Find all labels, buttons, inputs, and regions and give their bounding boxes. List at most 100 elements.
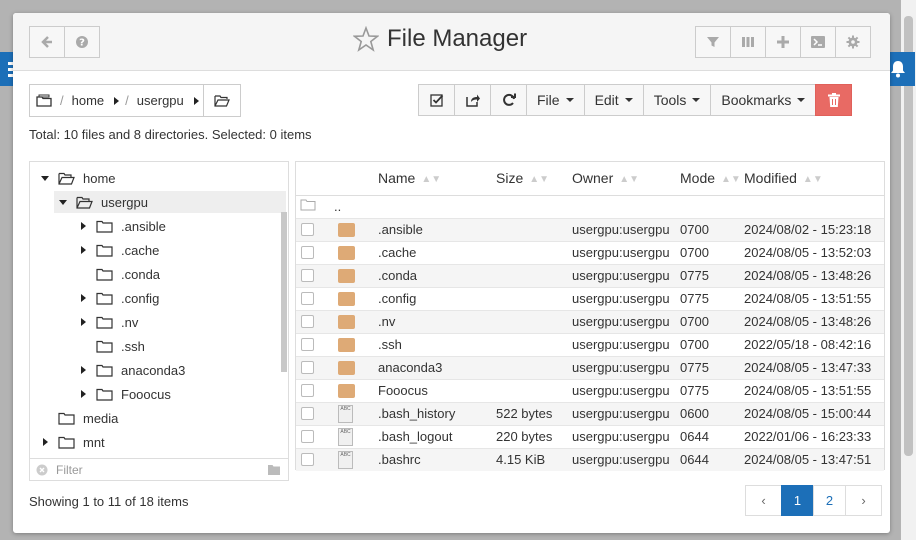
tree-scrollbar[interactable]: [281, 212, 287, 372]
cell-name[interactable]: Fooocus: [378, 378, 496, 402]
trash-icon: [827, 93, 840, 107]
breadcrumb-item-usergpu[interactable]: usergpu: [131, 85, 190, 116]
tree-item[interactable]: .conda: [30, 263, 280, 285]
breadcrumb: / home / usergpu: [29, 84, 241, 117]
add-button[interactable]: [765, 26, 801, 58]
terminal-button[interactable]: [800, 26, 836, 58]
table-row[interactable]: .conda usergpu:usergpu 0775 2024/08/05 - 13…: [296, 263, 884, 287]
cell-name[interactable]: .conda: [378, 263, 496, 287]
row-checkbox[interactable]: [301, 407, 314, 420]
row-checkbox[interactable]: [301, 292, 314, 305]
column-header-owner[interactable]: Owner ▲▼: [572, 162, 680, 196]
cell-name[interactable]: .ansible: [378, 217, 496, 241]
cell-name[interactable]: .config: [378, 286, 496, 310]
edit-menu-button[interactable]: Edit: [583, 84, 644, 116]
row-checkbox[interactable]: [301, 384, 314, 397]
breadcrumb-item-home[interactable]: home: [66, 85, 111, 116]
open-folder-button[interactable]: [202, 85, 240, 116]
row-checkbox[interactable]: [301, 315, 314, 328]
tree-item[interactable]: mnt: [30, 431, 280, 453]
column-label: Mode: [680, 170, 716, 187]
tree-item[interactable]: Fooocus: [30, 383, 280, 405]
cell-name[interactable]: .bash_history: [378, 401, 496, 425]
bookmarks-menu-button[interactable]: Bookmarks: [710, 84, 817, 116]
file-menu-button[interactable]: File: [526, 84, 585, 116]
tree-item[interactable]: home: [30, 167, 280, 189]
row-checkbox[interactable]: [301, 453, 314, 467]
cell-name[interactable]: .nv: [378, 309, 496, 333]
cell-name[interactable]: .cache: [378, 240, 496, 264]
tools-menu-button[interactable]: Tools: [642, 84, 712, 116]
column-header-modified[interactable]: Modified ▲▼: [744, 162, 884, 196]
cell-name[interactable]: anaconda3: [378, 355, 496, 379]
column-header-mode[interactable]: Mode ▲▼: [680, 162, 744, 196]
tree-toggle[interactable]: [38, 175, 52, 181]
cell-mode: 0700: [680, 240, 744, 264]
table-row[interactable]: anaconda3 usergpu:usergpu 0775 2024/08/05 -…: [296, 355, 884, 379]
filter-button[interactable]: [695, 26, 731, 58]
tree-item[interactable]: media: [30, 407, 280, 429]
parent-directory-row[interactable]: ..: [296, 194, 884, 218]
tree-item[interactable]: usergpu: [54, 191, 286, 213]
tree-toggle[interactable]: [76, 294, 90, 302]
table-row[interactable]: Fooocus usergpu:usergpu 0775 2024/08/05 - 1…: [296, 378, 884, 402]
tree-item[interactable]: .config: [30, 287, 280, 309]
table-row[interactable]: .ssh usergpu:usergpu 0700 2022/05/18 - 08:4…: [296, 332, 884, 356]
row-checkbox[interactable]: [301, 361, 314, 374]
table-row[interactable]: ABC .bash_logout 220 bytes usergpu:usergpu 0…: [296, 424, 884, 448]
column-header-size[interactable]: Size ▲▼: [496, 162, 572, 196]
page-1-button[interactable]: 1: [781, 485, 814, 516]
text-file-icon: ABC: [338, 404, 353, 423]
tree-toggle[interactable]: [76, 390, 90, 398]
tree-item[interactable]: .ssh: [30, 335, 280, 357]
table-row[interactable]: .cache usergpu:usergpu 0700 2024/08/05 - 13…: [296, 240, 884, 264]
table-row[interactable]: .config usergpu:usergpu 0775 2024/08/05 - 1…: [296, 286, 884, 310]
share-button[interactable]: [454, 84, 491, 116]
row-checkbox[interactable]: [301, 246, 314, 259]
tree-toggle[interactable]: [76, 318, 90, 326]
table-row[interactable]: ABC .bash_history 522 bytes usergpu:usergpu…: [296, 401, 884, 425]
tree-toggle[interactable]: [76, 222, 90, 230]
tree-item[interactable]: .nv: [30, 311, 280, 333]
row-icon-cell: [334, 217, 378, 241]
cell-name[interactable]: .ssh: [378, 332, 496, 356]
next-page-button[interactable]: ›: [845, 485, 882, 516]
table-row[interactable]: ABC .bashrc 4.15 KiB usergpu:usergpu 0644 202…: [296, 447, 884, 471]
breadcrumb-root-button[interactable]: [30, 85, 58, 116]
delete-button[interactable]: [815, 84, 853, 116]
star-icon[interactable]: [353, 26, 379, 52]
caret-down-icon: [41, 175, 49, 181]
row-checkbox[interactable]: [301, 430, 314, 443]
tree-toggle[interactable]: [76, 366, 90, 374]
cell-name[interactable]: .bash_logout: [378, 424, 496, 448]
row-checkbox[interactable]: [301, 269, 314, 282]
tree-toggle[interactable]: [76, 246, 90, 254]
tree-item-label: .ssh: [121, 338, 145, 354]
clear-filter-icon[interactable]: [36, 464, 48, 476]
tree-toggle[interactable]: [56, 199, 70, 205]
row-checkbox[interactable]: [301, 223, 314, 236]
breadcrumb-expand-home[interactable]: [110, 85, 123, 116]
tree-filter[interactable]: Filter: [30, 458, 288, 480]
tree-item[interactable]: .ansible: [30, 215, 280, 237]
settings-button[interactable]: [835, 26, 871, 58]
table-row[interactable]: .nv usergpu:usergpu 0700 2024/08/05 - 13:48…: [296, 309, 884, 333]
table-row[interactable]: .ansible usergpu:usergpu 0700 2024/08/02 - …: [296, 217, 884, 241]
select-all-button[interactable]: [418, 84, 455, 116]
prev-page-button[interactable]: ‹: [745, 485, 782, 516]
back-button[interactable]: [29, 26, 65, 58]
columns-button[interactable]: [730, 26, 766, 58]
sort-icon: ▲▼: [421, 174, 442, 186]
column-header-name[interactable]: Name ▲▼: [378, 162, 496, 196]
breadcrumb-expand-usergpu[interactable]: [190, 85, 203, 116]
cell-mode: 0775: [680, 263, 744, 287]
tree-item[interactable]: anaconda3: [30, 359, 280, 381]
help-button[interactable]: ?: [64, 26, 100, 58]
row-checkbox[interactable]: [301, 338, 314, 351]
refresh-button[interactable]: [490, 84, 527, 116]
tree-toggle[interactable]: [38, 438, 52, 446]
cell-mode: 0644: [680, 424, 744, 448]
tree-item[interactable]: .cache: [30, 239, 280, 261]
cell-name[interactable]: .bashrc: [378, 447, 496, 471]
page-2-button[interactable]: 2: [813, 485, 846, 516]
